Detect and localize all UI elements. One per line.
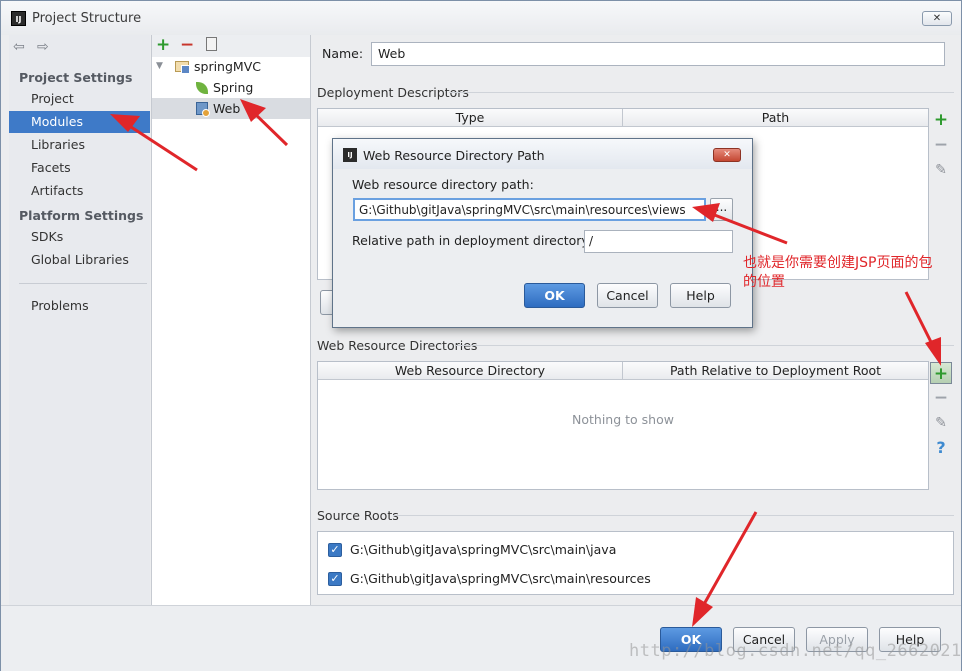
help-icon[interactable]: ? — [930, 437, 952, 459]
group-divider — [456, 345, 954, 346]
nav-toolbar: ⇦ ⇨ — [13, 39, 57, 55]
nav-item-project[interactable]: Project — [9, 88, 150, 110]
settings-nav: ⇦ ⇨ Project Settings Project Modules Lib… — [9, 35, 150, 605]
project-structure-window: IJ Project Structure ✕ ⇦ ⇨ Project Setti… — [0, 0, 962, 671]
column-path[interactable]: Path — [623, 109, 928, 127]
name-field[interactable]: Web — [371, 42, 945, 66]
source-roots-list: ✓ G:\Github\gitJava\springMVC\src\main\j… — [317, 531, 954, 595]
dialog-help-button[interactable]: Help — [670, 283, 731, 308]
browse-button[interactable]: ... — [710, 198, 733, 221]
tree-node-spring[interactable]: Spring — [152, 77, 310, 98]
tree-node-springmvc[interactable]: ▼ springMVC — [152, 56, 310, 77]
nav-item-sdks[interactable]: SDKs — [9, 226, 150, 248]
add-descriptor-icon[interactable]: + — [930, 109, 952, 131]
web-resource-directories-title: Web Resource Directories — [317, 338, 478, 353]
module-tree: + − ▼ springMVC Spring Web — [151, 35, 311, 605]
module-folder-icon — [175, 61, 190, 74]
empty-table-text: Nothing to show — [572, 412, 674, 427]
column-type[interactable]: Type — [318, 109, 623, 127]
forward-arrow-icon[interactable]: ⇨ — [37, 39, 57, 55]
intellij-logo-icon: IJ — [11, 11, 26, 26]
column-web-resource-directory[interactable]: Web Resource Directory — [318, 362, 623, 380]
dialog-ok-button[interactable]: OK — [524, 283, 585, 308]
remove-descriptor-icon[interactable]: − — [930, 134, 952, 156]
nav-item-artifacts[interactable]: Artifacts — [9, 180, 150, 202]
relative-path-label: Relative path in deployment directory: — [352, 233, 593, 248]
table-header: Type Path — [318, 109, 928, 127]
remove-resource-directory-icon[interactable]: − — [930, 387, 952, 409]
group-divider — [393, 515, 954, 516]
dialog-title: Web Resource Directory Path — [363, 148, 545, 163]
window-close-button[interactable]: ✕ — [922, 11, 952, 26]
nav-divider — [19, 283, 147, 284]
web-resource-directories-table[interactable]: Web Resource Directory Path Relative to … — [317, 361, 929, 490]
deployment-descriptors-title: Deployment Descriptors — [317, 85, 469, 100]
source-root-path: G:\Github\gitJava\springMVC\src\main\jav… — [350, 542, 617, 557]
name-label: Name: — [322, 46, 364, 61]
project-settings-header: Project Settings — [19, 70, 133, 85]
web-resource-directory-dialog: IJ Web Resource Directory Path ✕ Web res… — [332, 138, 753, 328]
source-root-checkbox[interactable]: ✓ — [328, 543, 342, 557]
source-roots-title: Source Roots — [317, 508, 399, 523]
source-root-path: G:\Github\gitJava\springMVC\src\main\res… — [350, 571, 651, 586]
nav-item-facets[interactable]: Facets — [9, 157, 150, 179]
table-header: Web Resource Directory Path Relative to … — [318, 362, 928, 380]
add-resource-directory-icon[interactable]: + — [930, 362, 952, 384]
nav-item-libraries[interactable]: Libraries — [9, 134, 150, 156]
add-module-icon[interactable]: + — [156, 35, 170, 55]
intellij-logo-icon: IJ — [343, 148, 357, 162]
nav-item-global-libraries[interactable]: Global Libraries — [9, 249, 150, 271]
copy-module-icon[interactable] — [206, 37, 217, 51]
nav-item-problems[interactable]: Problems — [9, 295, 150, 317]
group-divider — [449, 92, 954, 93]
edit-descriptor-icon[interactable]: ✎ — [930, 159, 952, 181]
source-root-checkbox[interactable]: ✓ — [328, 572, 342, 586]
tree-node-label: Spring — [213, 80, 254, 95]
edit-resource-directory-icon[interactable]: ✎ — [930, 412, 952, 434]
dialog-cancel-button[interactable]: Cancel — [597, 283, 658, 308]
tree-node-web[interactable]: Web — [152, 98, 310, 119]
column-relative-path[interactable]: Path Relative to Deployment Root — [623, 362, 928, 380]
annotation-line: 也就是你需要创建JSP页面的包 — [743, 255, 933, 271]
spring-leaf-icon — [196, 82, 208, 94]
platform-settings-header: Platform Settings — [19, 208, 144, 223]
annotation-line: 的位置 — [743, 274, 785, 290]
nav-item-modules[interactable]: Modules — [9, 111, 150, 133]
relative-path-input[interactable]: / — [584, 230, 733, 253]
window-title: Project Structure — [32, 11, 142, 26]
directory-path-label: Web resource directory path: — [352, 177, 534, 192]
tree-node-label: Web — [213, 101, 241, 116]
expand-arrow-icon[interactable]: ▼ — [156, 56, 163, 77]
directory-path-input[interactable]: G:\Github\gitJava\springMVC\src\main\res… — [353, 198, 706, 221]
watermark: http://blog.csdn.net/qq_26620215 — [629, 641, 962, 661]
remove-module-icon[interactable]: − — [180, 35, 194, 55]
dialog-title-bar: IJ Web Resource Directory Path ✕ — [333, 139, 752, 169]
dialog-close-button[interactable]: ✕ — [713, 148, 741, 162]
annotation-text: 也就是你需要创建JSP页面的包 的位置 — [743, 254, 932, 292]
web-facet-icon — [196, 102, 210, 117]
tree-toolbar: + − — [152, 35, 310, 57]
title-bar: IJ Project Structure ✕ — [1, 1, 961, 35]
tree-node-label: springMVC — [194, 59, 261, 74]
back-arrow-icon[interactable]: ⇦ — [13, 39, 33, 55]
